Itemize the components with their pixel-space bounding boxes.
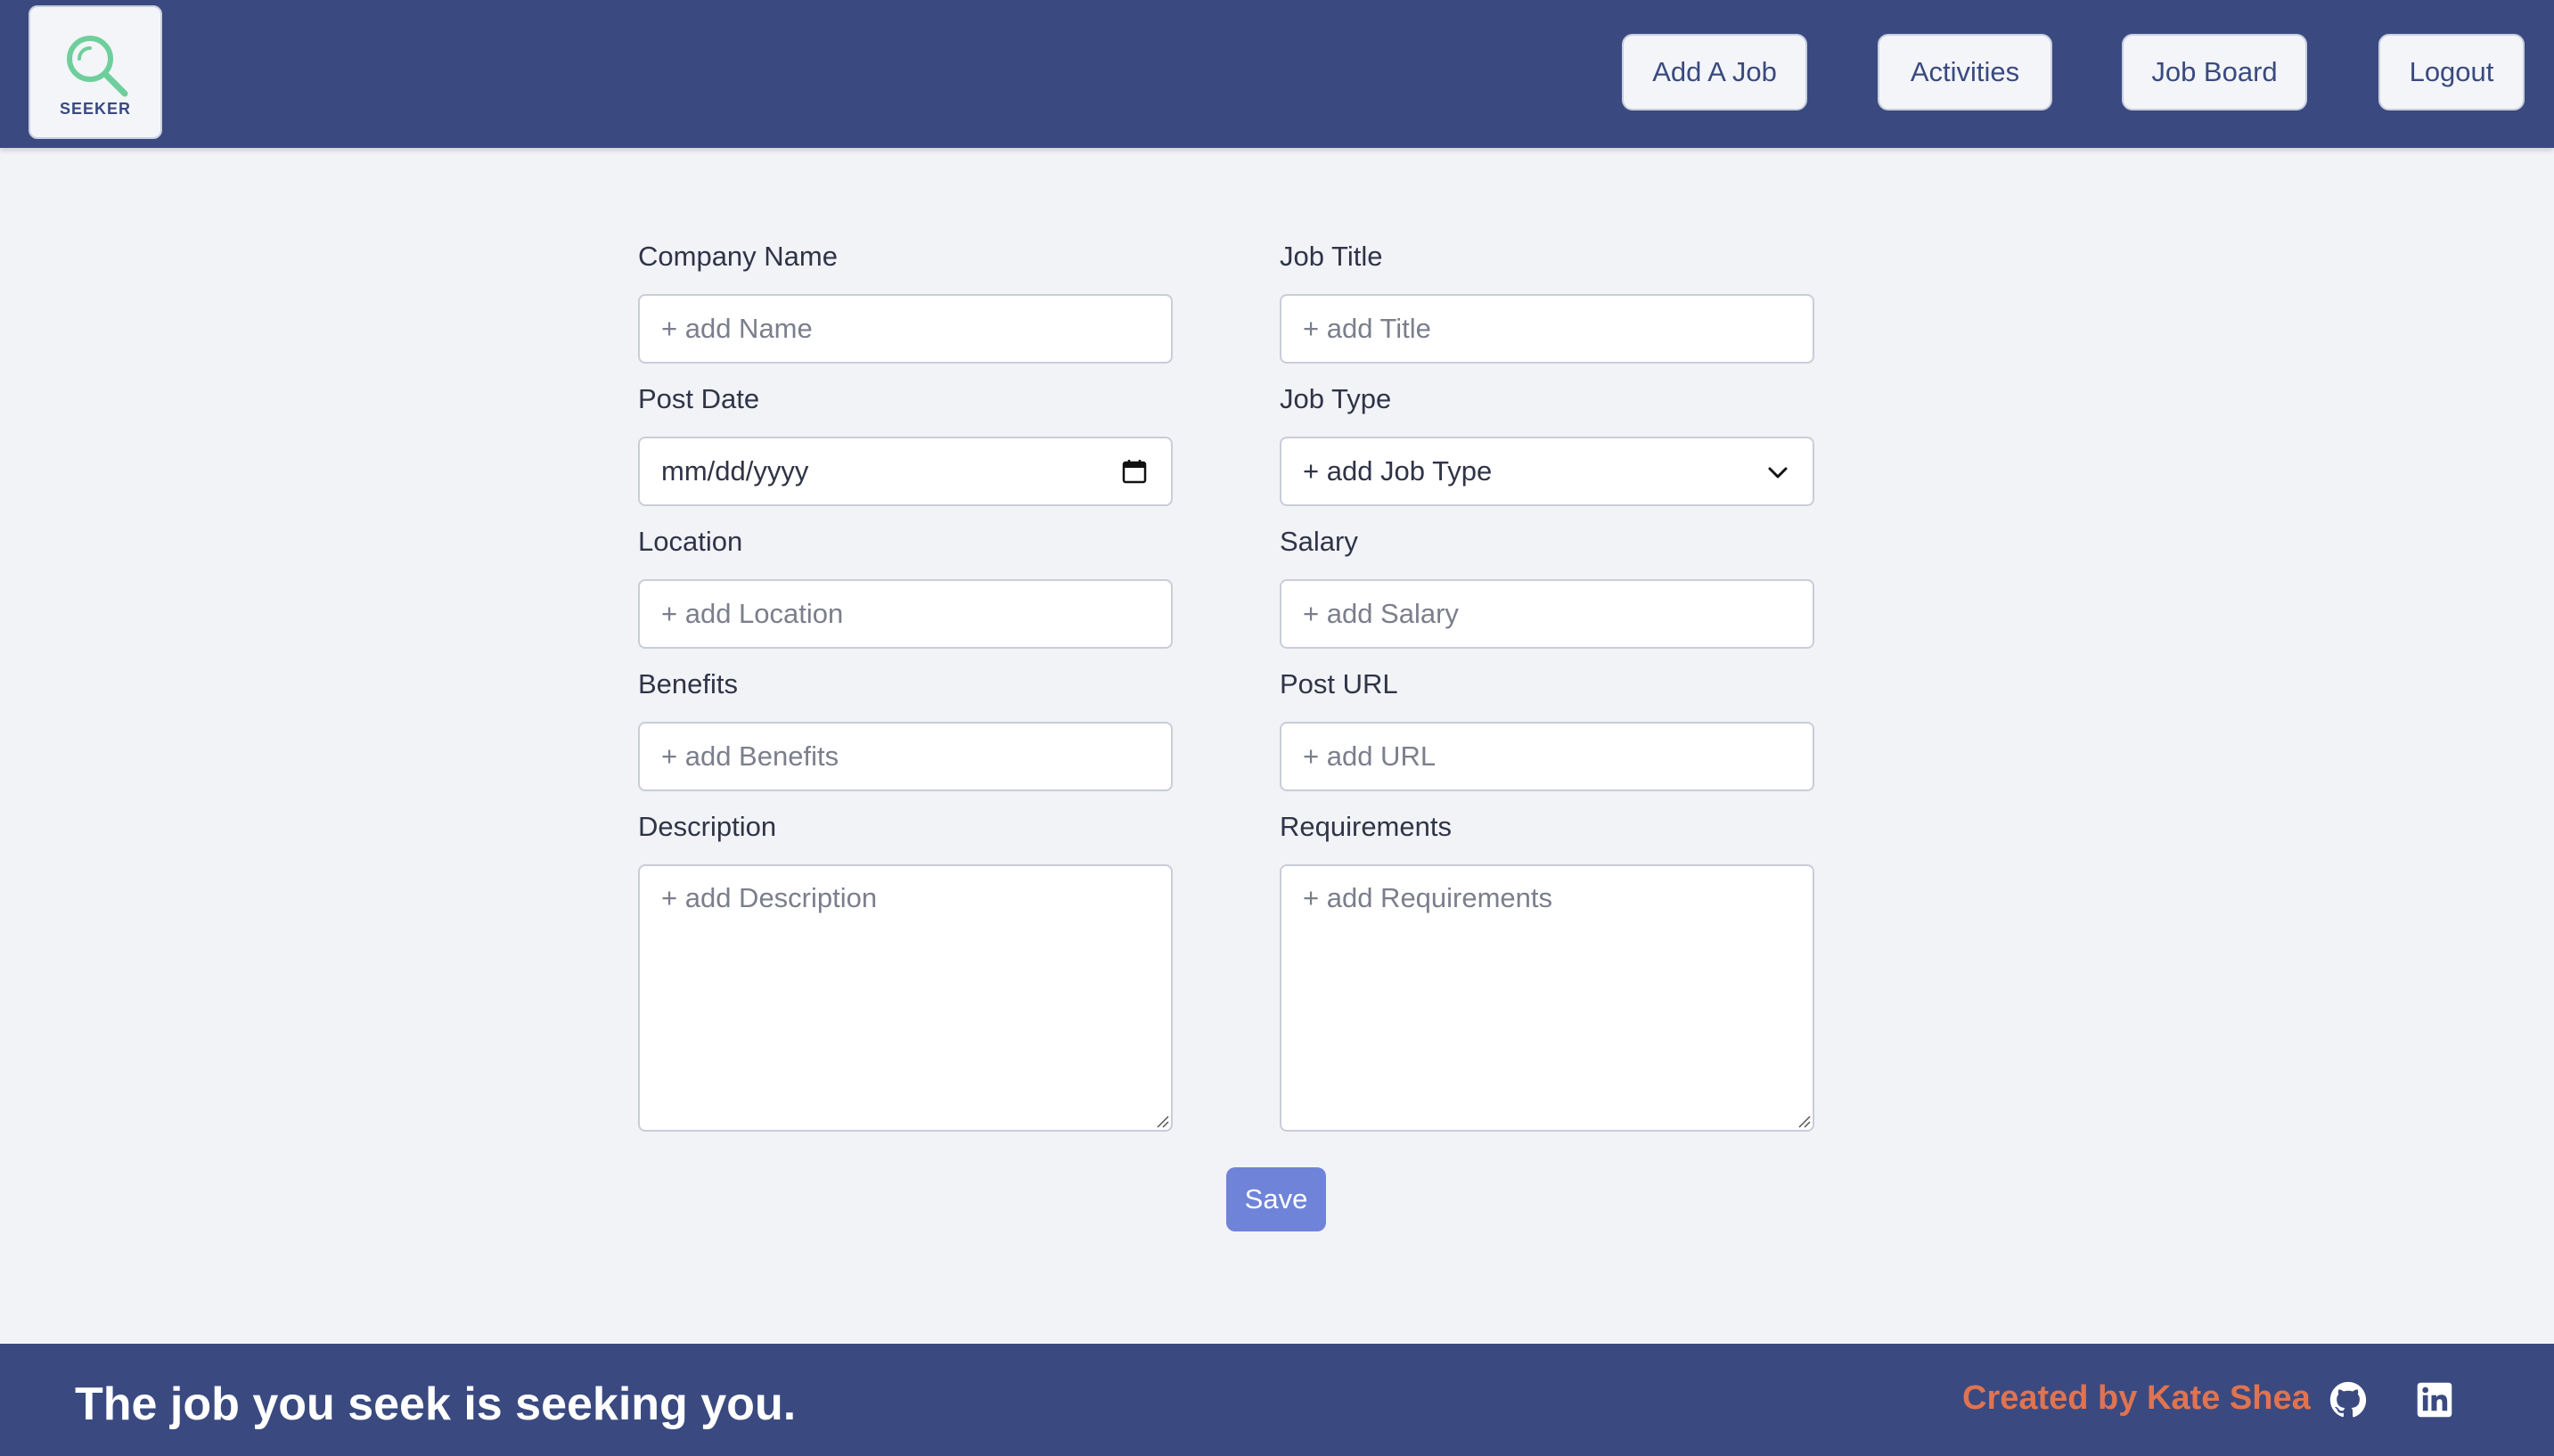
salary-label: Salary bbox=[1280, 526, 1358, 557]
save-button[interactable]: Save bbox=[1226, 1167, 1326, 1231]
salary-input[interactable] bbox=[1280, 579, 1814, 649]
location-label: Location bbox=[638, 526, 743, 557]
calendar-icon[interactable] bbox=[1121, 458, 1148, 485]
activities-button[interactable]: Activities bbox=[1878, 34, 2052, 110]
job-type-label: Job Type bbox=[1280, 383, 1392, 414]
description-resize-handle-icon[interactable] bbox=[1155, 1114, 1169, 1128]
github-icon[interactable] bbox=[2329, 1381, 2367, 1419]
post-url-label: Post URL bbox=[1280, 668, 1398, 699]
company-name-input[interactable] bbox=[638, 294, 1173, 364]
job-board-button[interactable]: Job Board bbox=[2122, 34, 2307, 110]
linkedin-icon[interactable] bbox=[2416, 1381, 2453, 1419]
job-type-select[interactable]: + add Job Type bbox=[1280, 437, 1814, 506]
footer-credit: Created by Kate Shea bbox=[1962, 1379, 2311, 1417]
requirements-resize-handle-icon[interactable] bbox=[1797, 1114, 1811, 1128]
requirements-textarea[interactable] bbox=[1280, 864, 1814, 1132]
add-a-job-button[interactable]: Add A Job bbox=[1622, 34, 1807, 110]
footer: The job you seek is seeking you. Created… bbox=[0, 1344, 2554, 1456]
benefits-label: Benefits bbox=[638, 668, 739, 699]
description-label: Description bbox=[638, 811, 777, 842]
description-textarea[interactable] bbox=[638, 864, 1173, 1132]
location-input[interactable] bbox=[638, 579, 1173, 649]
company-name-label: Company Name bbox=[638, 241, 838, 272]
job-type-selected-value: + add Job Type bbox=[1303, 455, 1493, 487]
post-date-label: Post Date bbox=[638, 383, 760, 414]
top-nav-bar: SEEKER Add A Job Activities Job Board Lo… bbox=[0, 0, 2554, 148]
requirements-label: Requirements bbox=[1280, 811, 1452, 842]
seeker-logo[interactable]: SEEKER bbox=[29, 5, 162, 139]
logo-text: SEEKER bbox=[59, 100, 132, 118]
post-url-input[interactable] bbox=[1280, 722, 1814, 791]
post-date-input[interactable]: mm/dd/yyyy bbox=[638, 437, 1173, 506]
chevron-down-icon bbox=[1768, 467, 1788, 479]
logout-button[interactable]: Logout bbox=[2378, 34, 2525, 110]
post-date-value: mm/dd/yyyy bbox=[661, 455, 809, 487]
magnifier-logo-icon bbox=[67, 36, 128, 97]
footer-tagline: The job you seek is seeking you. bbox=[75, 1378, 797, 1430]
benefits-input[interactable] bbox=[638, 722, 1173, 791]
job-title-input[interactable] bbox=[1280, 294, 1814, 364]
job-title-label: Job Title bbox=[1280, 241, 1383, 272]
